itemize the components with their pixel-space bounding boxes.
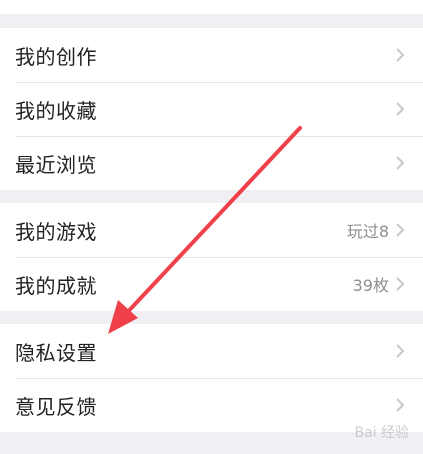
watermark: Bai 经验 — [354, 425, 409, 441]
menu-group-games: 我的游戏 玩过8 我的成就 39枚 — [0, 203, 423, 311]
menu-group-settings: 隐私设置 意见反馈 — [0, 324, 423, 432]
top-strip — [0, 0, 423, 14]
menu-item-label: 我的游戏 — [15, 219, 97, 244]
chevron-right-icon — [395, 397, 405, 413]
chevron-right-icon — [395, 343, 405, 359]
menu-item-label: 最近浏览 — [15, 152, 97, 177]
achievements-count: 39枚 — [352, 276, 389, 295]
games-played-count: 玩过8 — [346, 222, 389, 241]
menu-item-label: 我的成就 — [15, 273, 97, 298]
chevron-right-icon — [395, 47, 405, 63]
menu-item-label: 我的收藏 — [15, 98, 97, 123]
menu-item-my-games[interactable]: 我的游戏 玩过8 — [0, 203, 423, 257]
menu-item-label: 意见反馈 — [15, 394, 97, 419]
menu-item-label: 我的创作 — [15, 44, 97, 69]
chevron-right-icon — [395, 155, 405, 171]
chevron-right-icon — [395, 222, 405, 238]
chevron-right-icon — [395, 276, 405, 292]
menu-item-recent-views[interactable]: 最近浏览 — [0, 136, 423, 190]
menu-item-label: 隐私设置 — [15, 340, 97, 365]
menu-item-my-favorites[interactable]: 我的收藏 — [0, 82, 423, 136]
menu-item-my-achievements[interactable]: 我的成就 39枚 — [0, 257, 423, 311]
menu-item-my-creations[interactable]: 我的创作 — [0, 28, 423, 82]
menu-item-privacy-settings[interactable]: 隐私设置 — [0, 324, 423, 378]
menu-group-content: 我的创作 我的收藏 最近浏览 — [0, 28, 423, 190]
chevron-right-icon — [395, 101, 405, 117]
